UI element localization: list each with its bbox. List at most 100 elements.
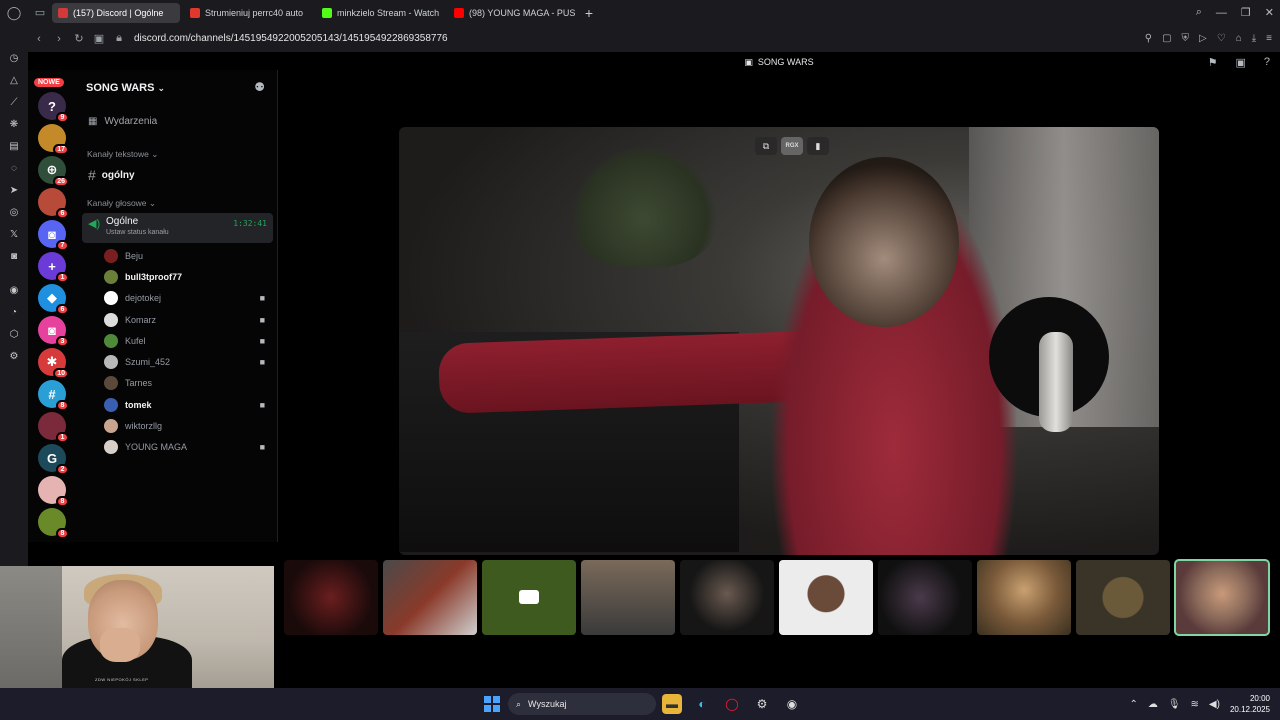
flag-icon[interactable]: ⚑ [1208,56,1218,69]
participant-tile[interactable] [482,560,576,635]
participant-tile[interactable] [383,560,477,635]
voice-member[interactable]: YOUNG MAGA ■ [78,437,277,458]
snapshot-icon[interactable]: ▢ [1162,33,1171,44]
minimize-icon[interactable]: — [1216,7,1227,19]
forward-icon[interactable]: › [50,33,68,45]
server-icon[interactable]: 6 [38,188,69,219]
downloads-icon[interactable]: ⤓ [1252,33,1256,44]
messenger-icon[interactable]: ◌ [7,161,21,175]
tab-youtube[interactable]: (98) YOUNG MAGA - PUS [448,3,576,23]
opera-logo-icon[interactable]: ◯ [0,0,28,25]
settings-icon[interactable]: ⚙ [7,349,21,363]
reload-icon[interactable]: ↻ [70,32,88,45]
server-icon[interactable]: #8 [38,380,69,411]
volume-icon[interactable]: ◀) [1209,699,1220,710]
category-voice-channels[interactable]: Kanały głosowe ⌄ [87,198,277,209]
steam-icon[interactable]: ⚙ [752,694,772,714]
server-icon[interactable]: ✱ 10 [38,348,69,379]
x-icon[interactable]: 𝕏 [7,227,21,241]
play-icon[interactable]: ▷ [1199,33,1207,44]
wallet-icon[interactable]: ⌂ [1236,33,1242,44]
set-channel-status[interactable]: Ustaw status kanału [106,229,273,236]
server-icon[interactable]: ◙ 7 [38,220,69,251]
network-app-icon[interactable]: ☁ [1148,699,1158,710]
shield-icon[interactable]: ⛨ [1182,33,1190,44]
close-icon[interactable]: ✕ [1265,6,1274,19]
obs-icon[interactable]: ◉ [782,694,802,714]
help-icon[interactable]: ? [1264,56,1270,68]
edge-icon[interactable]: ◐ [692,694,712,714]
player-icon[interactable]: ◉ [7,283,21,297]
restore-icon[interactable]: ❐ [1241,6,1251,19]
voice-member[interactable]: Komarz ■ [78,309,277,330]
participant-tile[interactable] [581,560,675,635]
channel-general-text[interactable]: # ogólny [82,166,273,184]
back-icon[interactable]: ‹ [30,33,48,45]
aria-icon[interactable]: △ [7,73,21,87]
category-text-channels[interactable]: Kanały tekstowe ⌄ [87,149,277,160]
menu-icon[interactable]: ≡ [1266,33,1272,44]
chatgpt-icon[interactable]: ❋ [7,117,21,131]
popout-icon[interactable]: ⧉ [755,137,777,155]
server-icon[interactable]: ? 9 [38,92,69,123]
url-field[interactable]: discord.com/channels/1451954922005205143… [134,33,448,44]
voice-channel-general[interactable]: ◀) Ogólne Ustaw status kanału 1:32:41 [82,213,273,243]
focused-video[interactable]: ⧉ RGX ▮ [399,127,1159,555]
participant-tile[interactable] [779,560,873,635]
wifi-icon[interactable]: ≋ [1191,699,1199,710]
taskbar-search[interactable]: ⌕ Wyszukaj [508,693,656,715]
history-icon[interactable]: ◷ [7,51,21,65]
events-link[interactable]: ▦ Wydarzenia [88,116,277,127]
microphone-icon[interactable]: 🎙︎ [1168,699,1181,710]
participant-tile[interactable] [1174,559,1270,636]
telegram-icon[interactable]: ➤ [7,183,21,197]
clock[interactable]: 20:00 20.12.2025 [1230,693,1270,715]
file-explorer-icon[interactable]: ▬ [662,694,682,714]
voice-member[interactable]: tomek ■ [78,394,277,415]
instagram-icon[interactable]: ◎ [7,205,21,219]
tab-stream-settings[interactable]: Strumieniuj perrc40 auto [184,3,312,23]
heart-icon[interactable]: ♡ [1217,33,1226,44]
server-icon[interactable]: 1 [38,412,69,443]
tab-discord[interactable]: (157) Discord | Ogólne [52,2,180,23]
server-icon[interactable]: ⊕ 26 [38,156,69,187]
discord-icon[interactable]: ◙ [7,249,21,263]
server-icon[interactable]: 8 [38,508,69,539]
tab-overview-icon[interactable]: ▭ [28,0,52,25]
voice-member[interactable]: wiktorzllg [78,415,277,436]
participant-tile[interactable] [680,560,774,635]
arrow-icon[interactable]: ⟋ [7,95,21,109]
server-header[interactable]: SONG WARS ⌄ [78,70,277,106]
server-icon[interactable]: 8 [38,476,69,507]
new-tab-button[interactable]: + [580,5,598,21]
inbox-icon[interactable]: ▣ [1235,56,1245,69]
voice-member[interactable]: Tarnes [78,373,277,394]
clock-icon[interactable]: ◔ [7,305,21,319]
layout-icon[interactable]: ▮ [807,137,829,155]
participant-tile[interactable] [1076,560,1170,635]
twitch-icon[interactable]: ▤ [7,139,21,153]
voice-member[interactable]: dejotokej ■ [78,288,277,309]
voice-member[interactable]: Szumi_452 ■ [78,351,277,372]
pin-icon[interactable]: ⚲ [1145,33,1152,44]
server-icon[interactable]: G2 [38,444,69,475]
participant-tile[interactable] [977,560,1071,635]
windows-start-icon[interactable] [484,696,500,712]
invite-member-icon[interactable]: ⚉ [254,80,265,94]
participant-tile[interactable] [878,560,972,635]
voice-member[interactable]: bull3tproof77 [78,266,277,287]
search-tabs-icon[interactable]: ⌕ [1196,6,1202,19]
server-icon[interactable]: 17 [38,124,69,155]
server-icon[interactable]: ◆ 6 [38,284,69,315]
tab-kick-stream[interactable]: minkzielo Stream - Watch [316,3,444,23]
server-icon[interactable]: +1 [38,252,69,283]
participant-tile[interactable] [284,560,378,635]
box-icon[interactable]: ⬡ [7,327,21,341]
camera-icon[interactable]: ▣ [90,32,108,45]
server-icon[interactable]: ◙ 3 [38,316,69,347]
rgx-button[interactable]: RGX [781,137,803,155]
opera-icon[interactable]: ◯ [722,694,742,714]
chevron-up-icon[interactable]: ⌃ [1129,699,1137,710]
voice-member[interactable]: Beju [78,245,277,266]
voice-member[interactable]: Kufel ■ [78,330,277,351]
